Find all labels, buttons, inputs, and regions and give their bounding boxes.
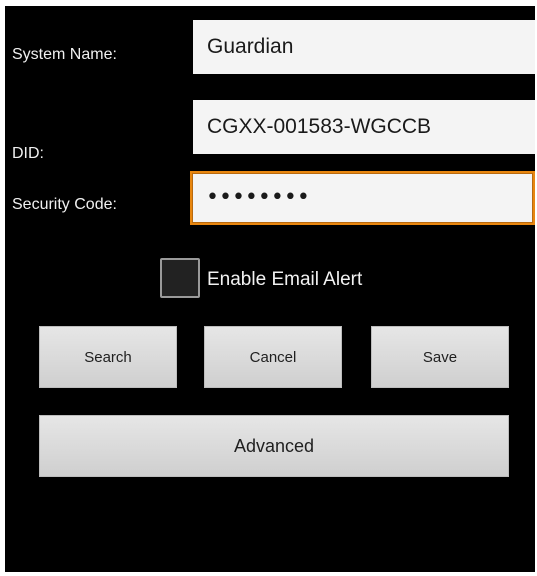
email-alert-checkbox[interactable] [160, 258, 200, 298]
search-button[interactable]: Search [39, 326, 177, 388]
settings-screen: System Name: Guardian DID: CGXX-001583-W… [5, 6, 535, 572]
cancel-button[interactable]: Cancel [204, 326, 342, 388]
email-alert-label[interactable]: Enable Email Alert [207, 269, 362, 291]
cancel-button-label: Cancel [249, 348, 297, 366]
security-code-value: •••••••• [206, 185, 310, 210]
save-button[interactable]: Save [371, 326, 509, 388]
save-button-label: Save [422, 348, 458, 366]
security-code-field[interactable]: •••••••• [190, 171, 535, 225]
advanced-button[interactable]: Advanced [39, 415, 509, 477]
system-name-value: Guardian [207, 35, 294, 58]
did-label: DID: [12, 145, 44, 162]
did-value: CGXX-001583-WGCCB [207, 115, 432, 138]
advanced-button-label: Advanced [233, 435, 315, 456]
search-button-label: Search [84, 348, 132, 366]
system-name-label: System Name: [12, 46, 117, 63]
did-field[interactable]: CGXX-001583-WGCCB [193, 100, 535, 154]
security-code-label: Security Code: [12, 196, 117, 213]
system-name-field[interactable]: Guardian [193, 20, 535, 74]
